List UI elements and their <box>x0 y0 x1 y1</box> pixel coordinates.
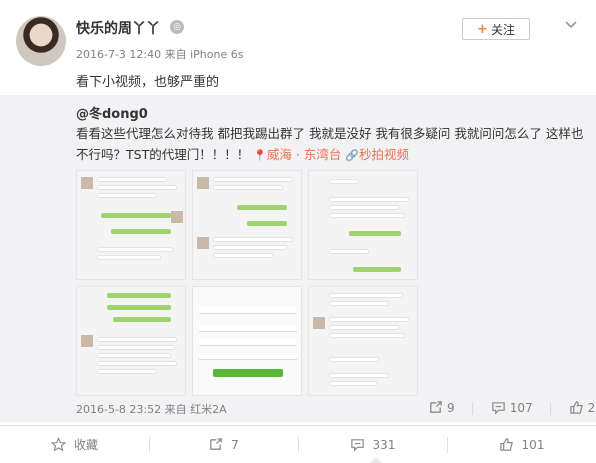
original-repost-button[interactable]: 9 <box>428 400 455 415</box>
comment-count: 331 <box>372 437 396 452</box>
favorite-button[interactable]: 收藏 <box>0 426 149 463</box>
original-actions: 9 | 107 | 26 <box>428 400 596 415</box>
video-link[interactable]: 🔗秒拍视频 <box>345 147 409 162</box>
original-author[interactable]: @冬dong0 <box>76 103 148 122</box>
location-link[interactable]: 📍威海 · 东湾台 <box>253 147 341 162</box>
comment-icon <box>491 402 505 415</box>
image-thumbnail[interactable] <box>76 170 186 280</box>
active-tab-pointer <box>370 457 382 463</box>
favorite-label: 收藏 <box>73 438 98 452</box>
username[interactable]: 快乐的周丫丫 <box>76 18 160 38</box>
repost-icon <box>210 438 222 450</box>
member-badge-icon: ◎ <box>170 20 184 34</box>
image-thumbnail[interactable] <box>192 286 302 396</box>
thumbs-up-icon <box>569 401 583 414</box>
avatar[interactable] <box>16 16 66 66</box>
star-icon <box>50 437 66 452</box>
original-meta: 2016-5-8 23:52 来自 红米2A <box>76 403 227 416</box>
video-link-label: 秒拍视频 <box>359 147 410 162</box>
repost-count: 7 <box>231 437 239 452</box>
location-label: 威海 · 东湾台 <box>266 147 342 162</box>
post-text: 看下小视频，也够严重的 <box>76 75 220 90</box>
original-comment-button[interactable]: 107 <box>491 400 533 415</box>
post-meta: 2016-7-3 12:40 来自 iPhone 6s <box>76 48 244 61</box>
divider: | <box>470 400 475 415</box>
comment-icon <box>350 439 364 452</box>
follow-label: 关注 <box>490 22 515 37</box>
location-pin-icon: 📍 <box>253 149 267 162</box>
post-header: 快乐的周丫丫 ◎ 2016-7-3 12:40 来自 iPhone 6s + 关… <box>0 0 596 95</box>
original-repost-count: 9 <box>447 400 455 415</box>
reposted-content: @冬dong0 看看这些代理怎么对待我 都把我踢出群了 我就是没好 我有很多疑问… <box>0 95 596 422</box>
image-thumbnail[interactable] <box>308 170 418 280</box>
thumbs-up-icon <box>499 438 513 451</box>
image-thumbnail[interactable] <box>308 286 418 396</box>
original-like-button[interactable]: 26 <box>569 400 596 415</box>
like-count: 101 <box>521 437 545 452</box>
chevron-down-icon[interactable] <box>563 16 579 32</box>
original-comment-count: 107 <box>509 400 533 415</box>
like-button[interactable]: 101 <box>447 426 596 463</box>
follow-button[interactable]: + 关注 <box>462 18 530 40</box>
image-thumbnail[interactable] <box>192 170 302 280</box>
image-thumbnail[interactable] <box>76 286 186 396</box>
plus-icon: + <box>477 21 488 37</box>
action-bar: 收藏 7 331 101 <box>0 425 596 463</box>
divider: | <box>548 400 553 415</box>
original-like-count: 26 <box>587 400 596 415</box>
repost-button[interactable]: 7 <box>149 426 298 463</box>
original-text: 看看这些代理怎么对待我 都把我踢出群了 我就是没好 我有很多疑问 我就问问怎么了… <box>76 123 586 166</box>
repost-icon <box>430 401 442 413</box>
video-link-icon: 🔗 <box>345 149 360 162</box>
